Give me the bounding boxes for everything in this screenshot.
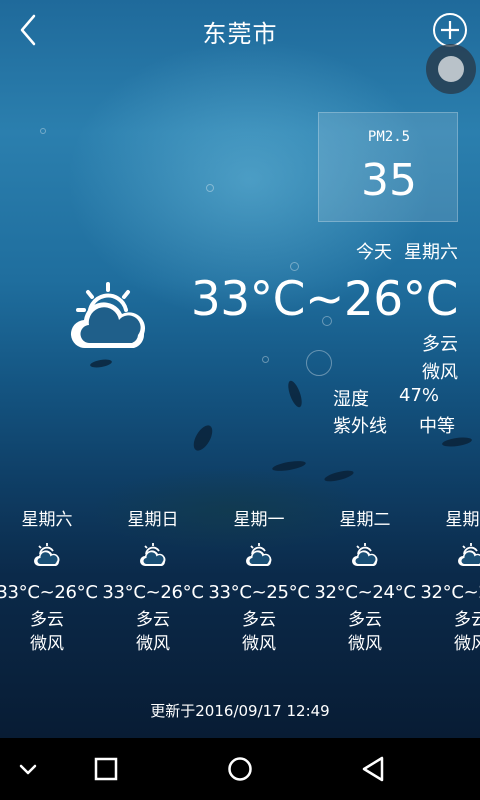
- floating-assistive-button[interactable]: [426, 44, 476, 94]
- forecast-wind: 微风: [454, 634, 480, 654]
- partly-cloudy-icon: [140, 543, 166, 566]
- home-circle-icon: [228, 757, 252, 781]
- floating-button-dot: [438, 56, 464, 82]
- pm25-value: 35: [361, 155, 417, 206]
- nav-hide-button[interactable]: [8, 750, 48, 788]
- bubble: [262, 356, 269, 363]
- nav-home-button[interactable]: [220, 750, 260, 788]
- partly-cloudy-icon: [70, 282, 146, 349]
- uv-row: 紫外线 中等: [333, 412, 455, 438]
- today-temperature: 33°C~26°C: [190, 272, 459, 327]
- partly-cloudy-icon: [352, 543, 378, 566]
- partly-cloudy-icon: [246, 543, 272, 566]
- add-city-button[interactable]: [432, 12, 468, 48]
- back-triangle-icon: [362, 756, 384, 782]
- forecast-temperature: 33°C~25°C: [208, 582, 310, 603]
- forecast-temperature: 32°C~24°C: [314, 582, 416, 603]
- recents-square-icon: [94, 757, 118, 781]
- forecast-condition: 多云: [136, 610, 170, 630]
- forecast-condition: 多云: [30, 610, 64, 630]
- forecast-weekday: 星期二: [339, 510, 391, 530]
- forecast-temperature: 32°C~24°C: [420, 582, 480, 603]
- system-nav-bar: [0, 738, 480, 800]
- forecast-day: 星期六 33°C~26°C 多云 微风: [0, 506, 100, 656]
- forecast-wind: 微风: [136, 634, 170, 654]
- forecast-condition: 多云: [242, 610, 276, 630]
- bubble: [206, 184, 214, 192]
- forecast-day: 星期二 32°C~24°C 多云 微风: [312, 506, 418, 656]
- uv-label: 紫外线: [333, 416, 387, 437]
- humidity-row: 湿度 47%: [333, 385, 439, 411]
- forecast-wind: 微风: [30, 634, 64, 654]
- forecast-strip[interactable]: 星期六 33°C~26°C 多云 微风 星期日 33°C~26°C 多云 微风 …: [0, 506, 480, 676]
- partly-cloudy-icon: [34, 543, 60, 566]
- humidity-label: 湿度: [333, 389, 369, 410]
- nav-back-button[interactable]: [354, 750, 394, 788]
- today-wind: 微风: [422, 362, 458, 383]
- humidity-value: 47%: [399, 385, 440, 406]
- forecast-day: 星期日 33°C~26°C 多云 微风: [100, 506, 206, 656]
- forecast-temperature: 33°C~26°C: [0, 582, 98, 603]
- bubble: [306, 350, 332, 376]
- top-bar: 东莞市: [0, 0, 480, 62]
- forecast-wind: 微风: [242, 634, 276, 654]
- forecast-day: 星期一 33°C~25°C 多云 微风: [206, 506, 312, 656]
- today-weekday: 星期六: [404, 242, 458, 263]
- forecast-weekday: 星期六: [21, 510, 73, 530]
- pm25-panel: PM2.5 35: [318, 112, 458, 222]
- forecast-weekday: 星期三: [445, 510, 480, 530]
- forecast-weekday: 星期日: [127, 510, 179, 530]
- today-label: 今天: [356, 242, 392, 263]
- bubble: [290, 262, 299, 271]
- partly-cloudy-icon: [458, 543, 480, 566]
- forecast-condition: 多云: [348, 610, 382, 630]
- chevron-down-icon: [19, 764, 37, 775]
- page-title: 东莞市: [202, 20, 278, 48]
- bubble: [40, 128, 46, 134]
- nav-recents-button[interactable]: [86, 750, 126, 788]
- forecast-weekday: 星期一: [233, 510, 285, 530]
- pm25-label: PM2.5: [367, 129, 411, 145]
- update-timestamp: 更新于2016/09/17 12:49: [150, 702, 330, 720]
- forecast-day: 星期三 32°C~24°C 多云 微风: [418, 506, 480, 656]
- fish: [285, 379, 305, 409]
- today-condition: 多云: [422, 334, 458, 355]
- plus-circle-icon: [433, 13, 467, 47]
- today-header: 今天 星期六: [356, 238, 458, 264]
- forecast-condition: 多云: [454, 610, 480, 630]
- forecast-temperature: 33°C~26°C: [102, 582, 204, 603]
- forecast-wind: 微风: [348, 634, 382, 654]
- uv-value: 中等: [419, 416, 455, 437]
- fish: [89, 358, 113, 369]
